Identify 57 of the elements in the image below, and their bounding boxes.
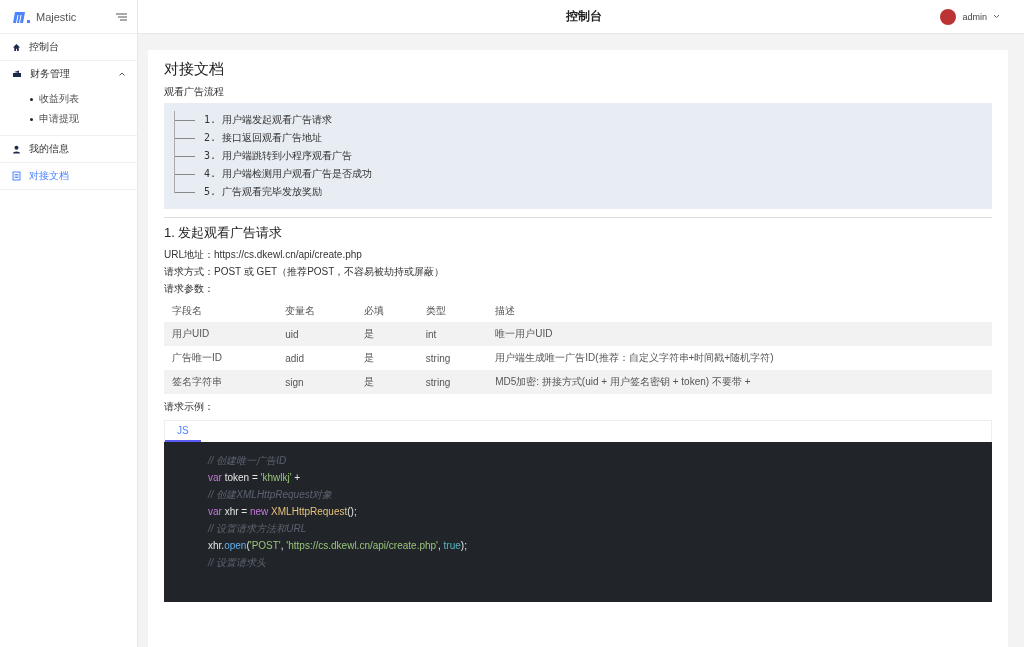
section-label: 观看广告流程: [164, 85, 225, 99]
table-cell: 是: [356, 322, 418, 346]
table-cell: 广告唯一ID: [164, 346, 278, 370]
column-header: 变量名: [277, 300, 357, 322]
code-line: // 创建XMLHttpRequest对象: [208, 488, 334, 502]
sidebar-item[interactable]: 我的信息: [0, 136, 137, 162]
code-line: // 设置请求方法和URL: [208, 522, 308, 536]
info-text: 请求参数：: [164, 282, 215, 296]
brand-name: Majestic: [36, 10, 78, 23]
page-title: 控制台: [565, 8, 604, 25]
flow-step: 3. 用户端跳转到小程序观看广告: [204, 149, 353, 163]
avatar: [940, 8, 957, 25]
table-cell: 用户UID: [164, 322, 278, 346]
user-icon: [12, 144, 21, 154]
table-cell: 用户端生成唯一广告ID(推荐：自定义字符串+时间戳+随机字符): [487, 346, 992, 370]
table-cell: string: [417, 370, 488, 394]
table-cell: 签名字符串: [164, 370, 278, 394]
logo-icon: [12, 9, 32, 24]
chevron-icon[interactable]: [993, 14, 1000, 19]
table-cell: int: [417, 322, 488, 346]
column-header: 描述: [487, 300, 992, 322]
section-heading: 1. 发起观看广告请求: [164, 224, 284, 242]
doc-title: 对接文档: [164, 60, 225, 79]
code-line: var xhr = new XMLHttpRequest();: [208, 505, 358, 519]
tree-branch-line: [174, 129, 198, 147]
flow-step: 4. 用户端检测用户观看广告是否成功: [204, 167, 373, 181]
sidebar-item[interactable]: 对接文档: [0, 163, 137, 189]
flow-step: 5. 广告观看完毕发放奖励: [204, 185, 323, 199]
sidebar-item[interactable]: 财务管理: [0, 61, 137, 87]
submenu-item[interactable]: 申请提现: [30, 109, 137, 129]
username[interactable]: admin: [962, 11, 987, 22]
submenu-item[interactable]: 收益列表: [30, 89, 137, 109]
table-cell: string: [417, 346, 488, 370]
table-cell: sign: [277, 370, 357, 394]
tree-branch-line: [174, 147, 198, 165]
column-header: 类型: [417, 300, 488, 322]
flow-step: 2. 接口返回观看广告地址: [204, 131, 323, 145]
info-text: 请求方式：POST 或 GET（推荐POST，不容易被劫持或屏蔽）: [164, 265, 446, 279]
info-text: 请求示例：: [164, 400, 215, 414]
home-icon: [12, 42, 21, 52]
flow-step: 1. 用户端发起观看广告请求: [204, 113, 333, 127]
tree-branch-line: [174, 111, 198, 129]
column-header: 字段名: [164, 300, 278, 322]
table-cell: 唯一用户UID: [487, 322, 992, 346]
code-line: xhr.open('POST', 'https://cs.dkewl.cn/api/create.php', true);: [208, 539, 468, 553]
info-text: URL地址：https://cs.dkewl.cn/api/create.php: [164, 248, 363, 262]
table-cell: 是: [356, 346, 418, 370]
table-cell: adid: [277, 346, 357, 370]
column-header: 必填: [356, 300, 418, 322]
code-line: // 设置请求头: [208, 556, 268, 570]
table-cell: 是: [356, 370, 418, 394]
document-icon: [12, 171, 21, 181]
sidebar-item[interactable]: 控制台: [0, 34, 137, 60]
table-cell: MD5加密: 拼接方式(uid + 用户签名密钥 + token) 不要带 +: [487, 370, 992, 394]
wallet-icon: [12, 70, 22, 78]
code-line: var token = 'khwlkj' +: [208, 471, 302, 485]
table-cell: uid: [277, 322, 357, 346]
